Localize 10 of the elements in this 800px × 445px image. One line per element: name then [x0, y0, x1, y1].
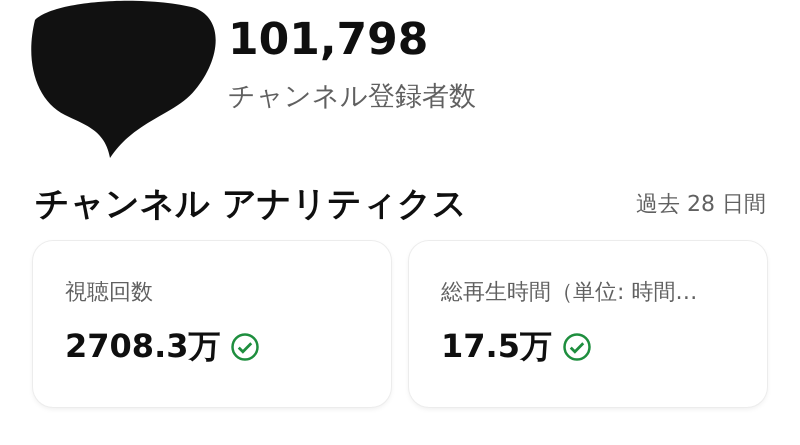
subscriber-count: 101,798 — [228, 14, 430, 66]
section-title: チャンネル アナリティクス — [35, 183, 467, 226]
metric-label: 視聴回数 — [65, 279, 154, 307]
period-label[interactable]: 過去 28 日間 — [636, 189, 766, 219]
metric-value: 17.5万 — [441, 326, 552, 367]
metric-label: 総再生時間（単位: 時間… — [441, 279, 698, 307]
metric-value: 2708.3万 — [65, 326, 220, 367]
metric-card[interactable]: 視聴回数 2708.3万 — [33, 241, 391, 407]
metric-card[interactable]: 総再生時間（単位: 時間… 17.5万 — [409, 241, 767, 407]
subscriber-label: チャンネル登録者数 — [228, 80, 476, 114]
